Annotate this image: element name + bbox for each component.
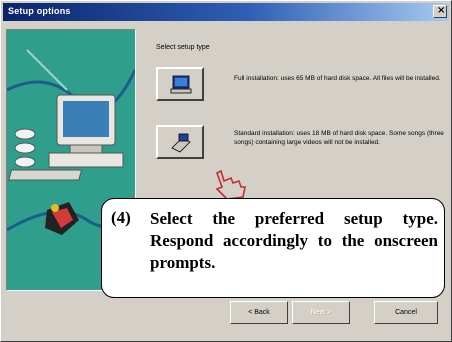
close-button[interactable]: × xyxy=(433,5,447,18)
setup-options-window: Setup options × Select setup type Full i… xyxy=(0,0,452,342)
title-bar: Setup options × xyxy=(3,3,449,21)
next-button[interactable]: Next > xyxy=(292,301,350,324)
install-disk-icon xyxy=(171,133,191,153)
close-icon: × xyxy=(437,5,446,16)
setup-type-prompt: Select setup type xyxy=(156,44,210,51)
back-button[interactable]: < Back xyxy=(230,301,288,324)
full-installation-button[interactable] xyxy=(156,67,204,101)
full-installation-description: Full installation: uses 65 MB of hard di… xyxy=(234,75,441,82)
cancel-button[interactable]: Cancel xyxy=(374,301,438,324)
window-title: Setup options xyxy=(8,6,71,16)
callout-step-number: (4) xyxy=(111,208,131,227)
standard-installation-description: Standard installation: uses 18 MB of har… xyxy=(234,130,444,146)
standard-installation-button[interactable] xyxy=(156,125,204,159)
computer-icon xyxy=(170,75,192,94)
callout-instruction-text: Select the preferred setup type. Respond… xyxy=(150,209,438,272)
pointing-hand-icon xyxy=(215,169,246,200)
instruction-callout: (4) Select the preferred setup type. Res… xyxy=(101,198,445,298)
